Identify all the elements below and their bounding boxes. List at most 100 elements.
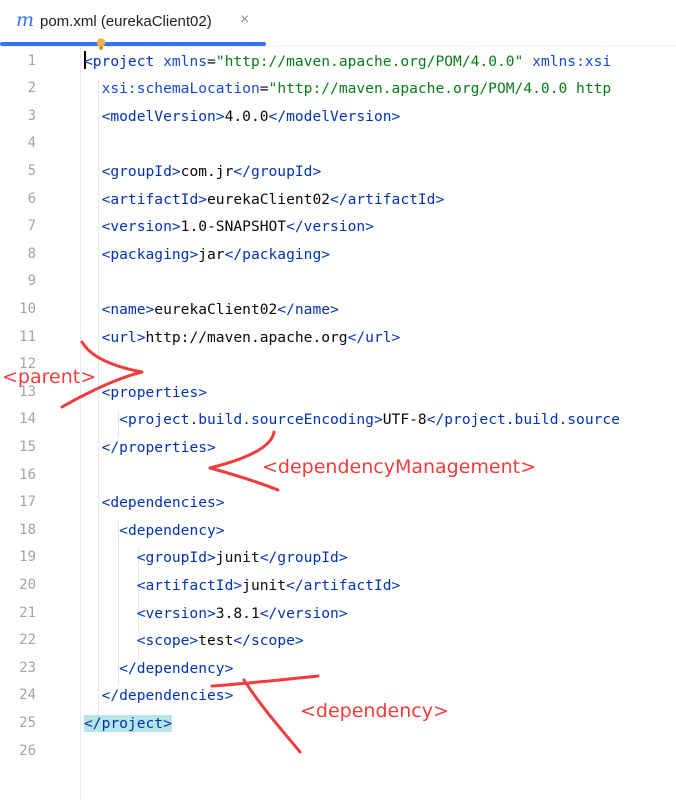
xml-tag: <groupId>	[101, 163, 181, 180]
xml-text: 4.0.0	[224, 107, 269, 125]
code-line: </dependencies>	[84, 682, 234, 710]
code-line: <dependency>	[84, 517, 225, 545]
xml-text	[84, 246, 102, 263]
xml-tag: <properties>	[101, 383, 208, 401]
code-line: xsi:schemaLocation="http://maven.apache.…	[84, 75, 612, 103]
xml-tag: <dependency>	[119, 521, 225, 539]
xml-tag: <modelVersion>	[101, 107, 225, 125]
xml-tag: </artifactId>	[330, 190, 445, 208]
xml-tag: </artifactId>	[286, 577, 401, 594]
code-line: <project xmlns="http://maven.apache.org/…	[84, 48, 611, 76]
xml-text: jar	[198, 245, 225, 263]
xml-tag: <artifactId>	[136, 577, 243, 594]
xml-tag: <packaging>	[101, 245, 199, 263]
code-line: <modelVersion>4.0.0</modelVersion>	[84, 103, 401, 131]
code-area[interactable]: <project xmlns="http://maven.apache.org/…	[84, 47, 676, 800]
line-number: 19	[19, 549, 36, 566]
xml-tag: <url>	[101, 328, 146, 346]
xml-text	[84, 411, 119, 428]
xml-text	[523, 53, 532, 70]
code-line: <artifactId>eurekaClient02</artifactId>	[84, 186, 445, 214]
xml-text: test	[198, 632, 234, 650]
xml-text	[84, 549, 137, 566]
line-number: 5	[27, 163, 36, 179]
code-line: <groupId>com.jr</groupId>	[84, 158, 322, 186]
xml-tag: </dependencies>	[101, 687, 234, 705]
code-line: <url>http://maven.apache.org</url>	[84, 324, 401, 352]
code-line: <version>3.8.1</version>	[84, 600, 348, 628]
xml-tag: </project.build.source	[426, 411, 620, 429]
code-line: <groupId>junit</groupId>	[84, 544, 348, 572]
line-number: 15	[19, 439, 36, 455]
annotation-dependency: <dependency>	[300, 700, 449, 722]
xml-tag: <name>	[101, 301, 155, 318]
xml-tag: <version>	[136, 604, 216, 622]
code-line: <version>1.0-SNAPSHOT</version>	[84, 213, 374, 241]
xml-attribute-value: "http://maven.apache.org/POM/4.0.0"	[215, 52, 524, 70]
code-line: </properties>	[84, 434, 216, 462]
line-number: 17	[19, 494, 36, 511]
tab-pom-xml[interactable]: m pom.xml (eurekaClient02) ×	[0, 0, 266, 46]
code-line: <name>eurekaClient02</name>	[84, 296, 339, 324]
xml-text	[84, 577, 137, 594]
xml-tag: <artifactId>	[101, 190, 208, 208]
xml-text	[84, 218, 102, 235]
line-number: 7	[27, 218, 36, 235]
code-line: <artifactId>junit</artifactId>	[84, 572, 401, 600]
tab-title: pom.xml (eurekaClient02)	[40, 13, 212, 30]
xml-tag: </url>	[347, 328, 401, 346]
code-line: <project.build.sourceEncoding>UTF-8</pro…	[84, 406, 620, 434]
xml-text	[84, 301, 102, 318]
xml-tag: </groupId>	[233, 163, 322, 180]
close-icon[interactable]: ×	[240, 11, 249, 29]
xml-text	[84, 687, 102, 704]
line-number: 25	[19, 715, 36, 731]
xml-tag: </groupId>	[259, 549, 348, 567]
line-number: 4	[27, 135, 36, 152]
xml-text: eurekaClient02	[154, 301, 278, 318]
xml-text	[84, 191, 102, 208]
xml-tag: </properties>	[101, 439, 216, 456]
line-number: 24	[19, 687, 36, 704]
code-editor[interactable]: 1 2 3 4 5 6 7 8 9 10 11 12 13 14 15 16 17 18 19 20 21 22 23 24 2…	[0, 47, 676, 800]
xml-tag: <dependencies>	[101, 494, 225, 512]
line-number: 1	[27, 52, 36, 69]
line-number: 2	[27, 80, 36, 97]
code-line: </project>	[84, 710, 172, 738]
xml-attribute: xmlns:xsi	[532, 52, 612, 70]
line-number: 26	[19, 742, 36, 759]
annotation-parent: <parent>	[2, 366, 97, 388]
line-number: 23	[19, 659, 36, 676]
xml-tag: <groupId>	[136, 549, 216, 567]
intention-bulb-icon[interactable]	[96, 38, 106, 50]
line-number: 6	[27, 190, 36, 207]
line-number: 11	[19, 328, 36, 345]
line-number: 10	[19, 301, 36, 317]
xml-text	[84, 660, 119, 677]
xml-text	[84, 605, 137, 622]
xml-tag: <project.build.sourceEncoding>	[119, 411, 383, 429]
xml-text	[84, 522, 119, 539]
xml-attribute: xsi:schemaLocation	[101, 80, 260, 98]
xml-tag: </version>	[286, 218, 374, 236]
annotation-dependency-management: <dependencyManagement>	[262, 456, 537, 478]
xml-text	[84, 80, 102, 97]
code-line: <properties>	[84, 379, 207, 407]
xml-text: junit	[242, 577, 287, 594]
xml-tag: </modelVersion>	[268, 107, 401, 125]
code-line: <packaging>jar</packaging>	[84, 241, 330, 269]
code-line: <dependencies>	[84, 489, 225, 517]
xml-text: =	[259, 80, 269, 98]
gutter-separator	[80, 47, 81, 800]
xml-tag: <version>	[101, 218, 181, 236]
active-tab-indicator	[0, 42, 266, 46]
xml-text: com.jr	[180, 163, 234, 180]
xml-tag: </version>	[259, 604, 348, 622]
xml-tag: </packaging>	[224, 245, 331, 263]
xml-text	[84, 632, 137, 649]
xml-text: junit	[215, 549, 260, 567]
code-line: </dependency>	[84, 655, 233, 683]
xml-tag: </scope>	[233, 632, 304, 650]
maven-file-icon: m	[16, 9, 35, 31]
xml-text	[84, 439, 102, 456]
